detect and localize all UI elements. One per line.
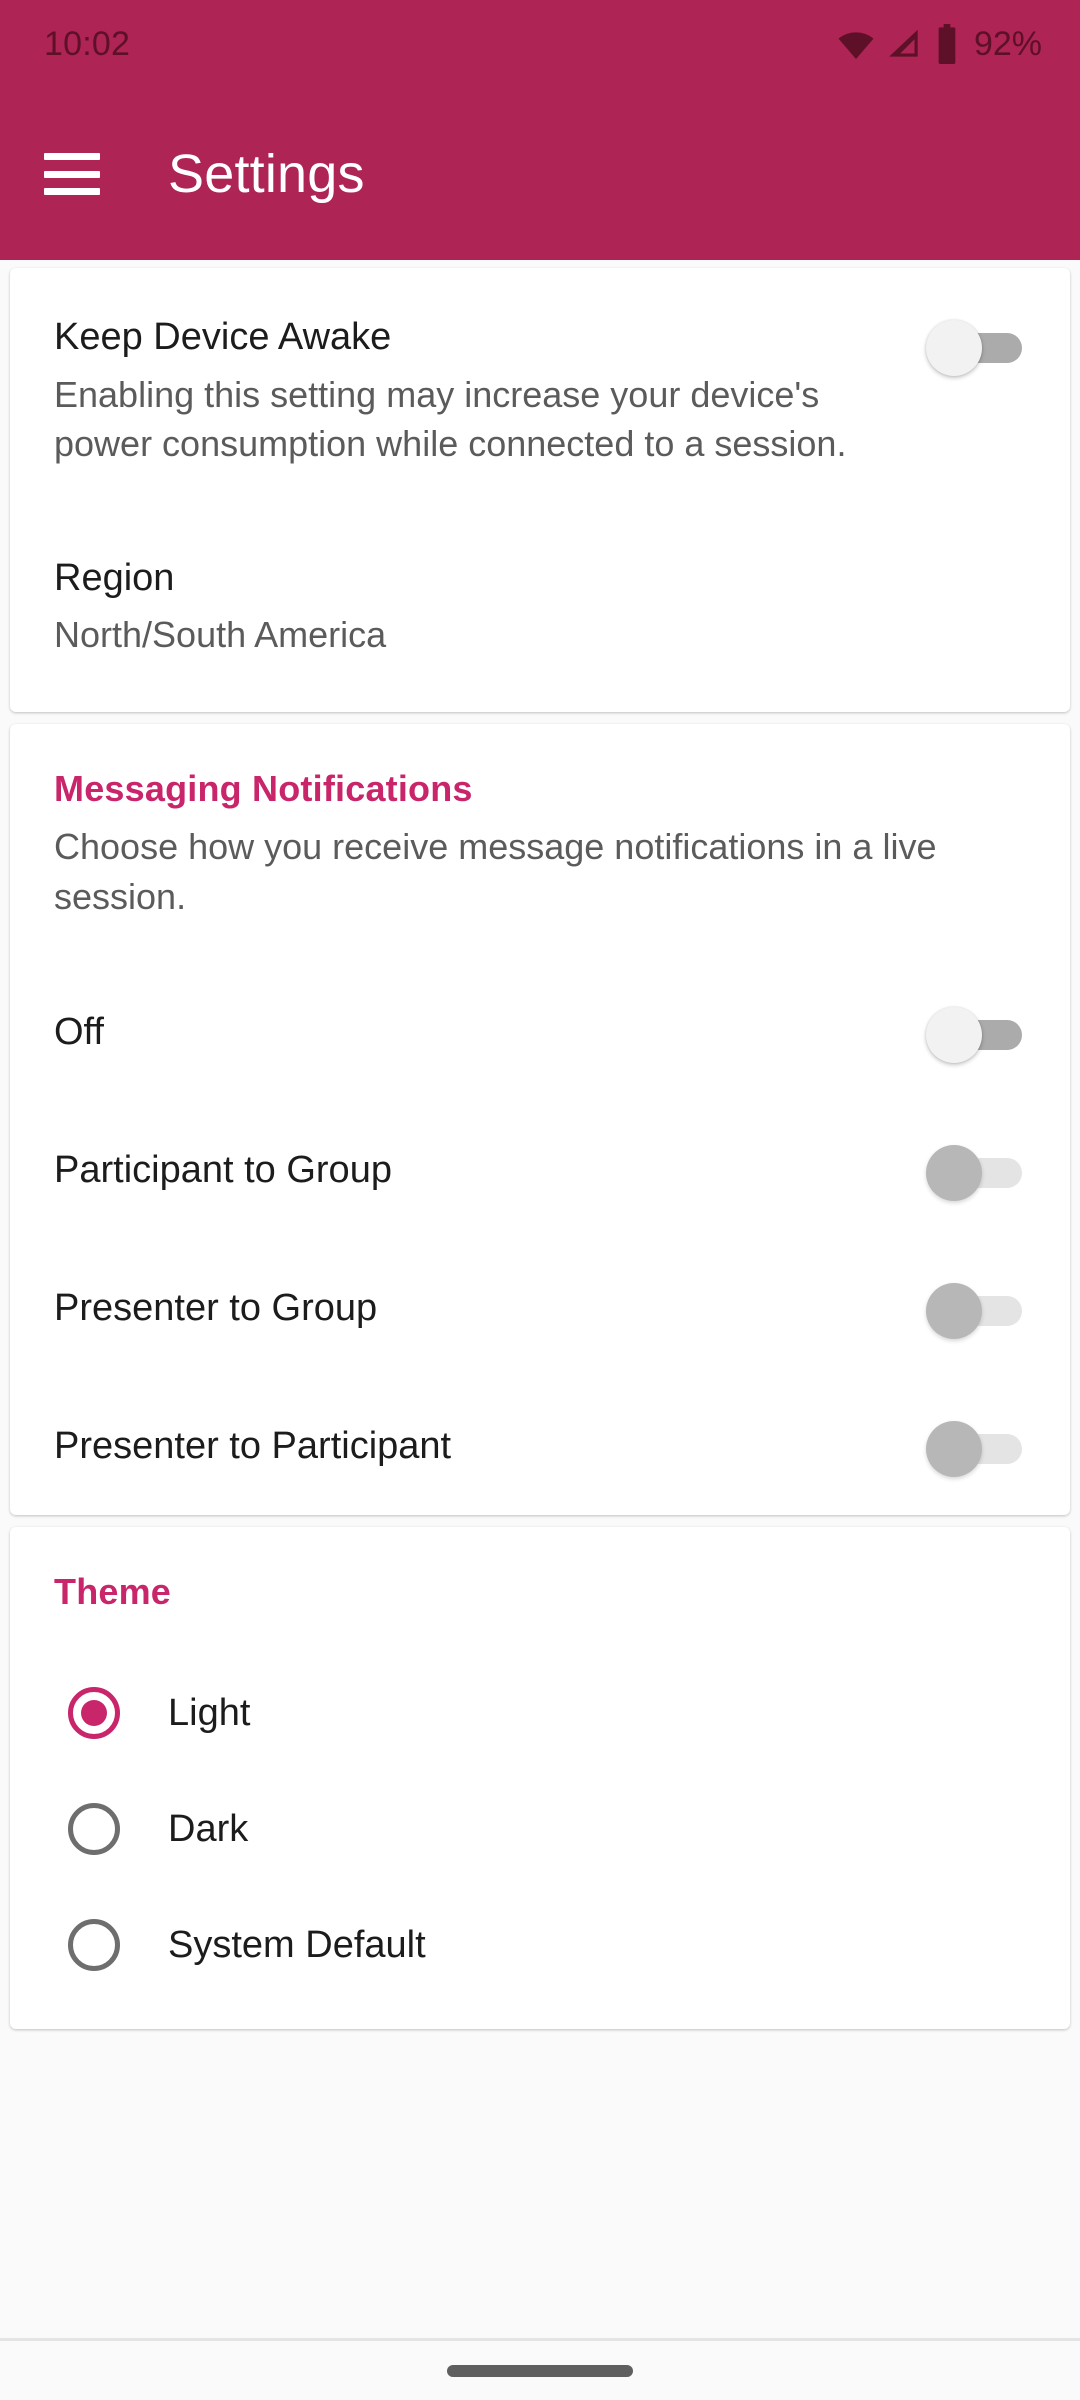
theme-radio-light[interactable]: [68, 1687, 120, 1740]
keep-device-awake-title: Keep Device Awake: [54, 316, 392, 358]
toggle-thumb: [926, 1007, 982, 1064]
region-value: North/South America: [54, 614, 387, 656]
wifi-icon: [836, 24, 876, 64]
messaging-option-row-presenter-to-participant[interactable]: Presenter to Participant: [54, 1377, 1026, 1515]
toggle-thumb: [926, 320, 982, 376]
hamburger-bar-1: [44, 153, 100, 160]
messaging-option-label: Participant to Group: [54, 1148, 392, 1191]
theme-option-row-dark[interactable]: Dark: [54, 1771, 1026, 1887]
home-gesture-pill[interactable]: [447, 2364, 633, 2377]
messaging-option-label: Presenter to Group: [54, 1286, 378, 1329]
theme-option-row-light[interactable]: Light: [54, 1655, 1026, 1771]
messaging-section-description: Choose how you receive message notificat…: [54, 826, 937, 917]
battery-percentage-label: 92%: [973, 24, 1042, 63]
keep-device-awake-toggle[interactable]: [926, 320, 1026, 376]
theme-option-row-system-default[interactable]: System Default: [54, 1887, 1026, 2003]
hamburger-menu-icon[interactable]: [44, 153, 100, 195]
messaging-option-row-presenter-to-group[interactable]: Presenter to Group: [54, 1239, 1026, 1377]
messaging-option-toggle-off[interactable]: [926, 1007, 1026, 1064]
region-row[interactable]: Region North/South America: [54, 515, 1026, 712]
theme-option-label: Light: [168, 1691, 251, 1734]
theme-section-spacer: [54, 1613, 1026, 1655]
messaging-option-label: Presenter to Participant: [54, 1424, 452, 1467]
theme-option-label: Dark: [168, 1807, 249, 1850]
status-clock: 10:02: [44, 24, 131, 63]
status-bar: 10:02 92%: [0, 0, 1080, 88]
messaging-section-title: Messaging Notifications: [54, 768, 473, 810]
messaging-option-toggle-participant-to-group[interactable]: [926, 1145, 1026, 1202]
region-text: Region North/South America: [54, 555, 1026, 660]
messaging-notifications-card: Messaging Notifications Choose how you r…: [10, 724, 1070, 1516]
settings-content: Keep Device Awake Enabling this setting …: [0, 268, 1080, 2030]
messaging-option-label: Off: [54, 1010, 104, 1053]
battery-icon: [934, 24, 960, 64]
cellular-signal-icon: [886, 25, 924, 63]
region-title: Region: [54, 556, 175, 599]
messaging-option-row-participant-to-group[interactable]: Participant to Group: [54, 1101, 1026, 1239]
theme-radio-system-default[interactable]: [68, 1919, 120, 1972]
messaging-option-toggle-presenter-to-group[interactable]: [926, 1283, 1026, 1340]
messaging-section-spacer: [54, 921, 1026, 963]
keep-device-awake-row[interactable]: Keep Device Awake Enabling this setting …: [54, 268, 1026, 515]
hamburger-bar-2: [44, 170, 100, 178]
general-settings-card: Keep Device Awake Enabling this setting …: [10, 268, 1070, 713]
theme-section-title: Theme: [54, 1571, 172, 1613]
toggle-thumb: [926, 1145, 982, 1202]
messaging-option-toggle-presenter-to-participant[interactable]: [926, 1421, 1026, 1478]
messaging-option-row-off[interactable]: Off: [54, 963, 1026, 1101]
theme-card: Theme Light Dark System Default: [10, 1527, 1070, 2030]
messaging-section-header: Messaging Notifications Choose how you r…: [54, 724, 1026, 921]
status-icon-group: 92%: [836, 24, 1042, 64]
toggle-thumb: [926, 1283, 982, 1340]
theme-radio-dark[interactable]: [68, 1803, 120, 1856]
hamburger-bar-3: [44, 188, 100, 195]
theme-option-label: System Default: [168, 1923, 426, 1966]
toggle-thumb: [926, 1421, 982, 1478]
theme-section-header: Theme: [54, 1527, 1026, 1613]
keep-device-awake-description: Enabling this setting may increase your …: [54, 373, 847, 465]
app-bar: Settings: [0, 88, 1080, 260]
keep-device-awake-text: Keep Device Awake Enabling this setting …: [54, 314, 926, 469]
page-title: Settings: [168, 144, 365, 204]
system-navigation-bar: [0, 2338, 1080, 2400]
